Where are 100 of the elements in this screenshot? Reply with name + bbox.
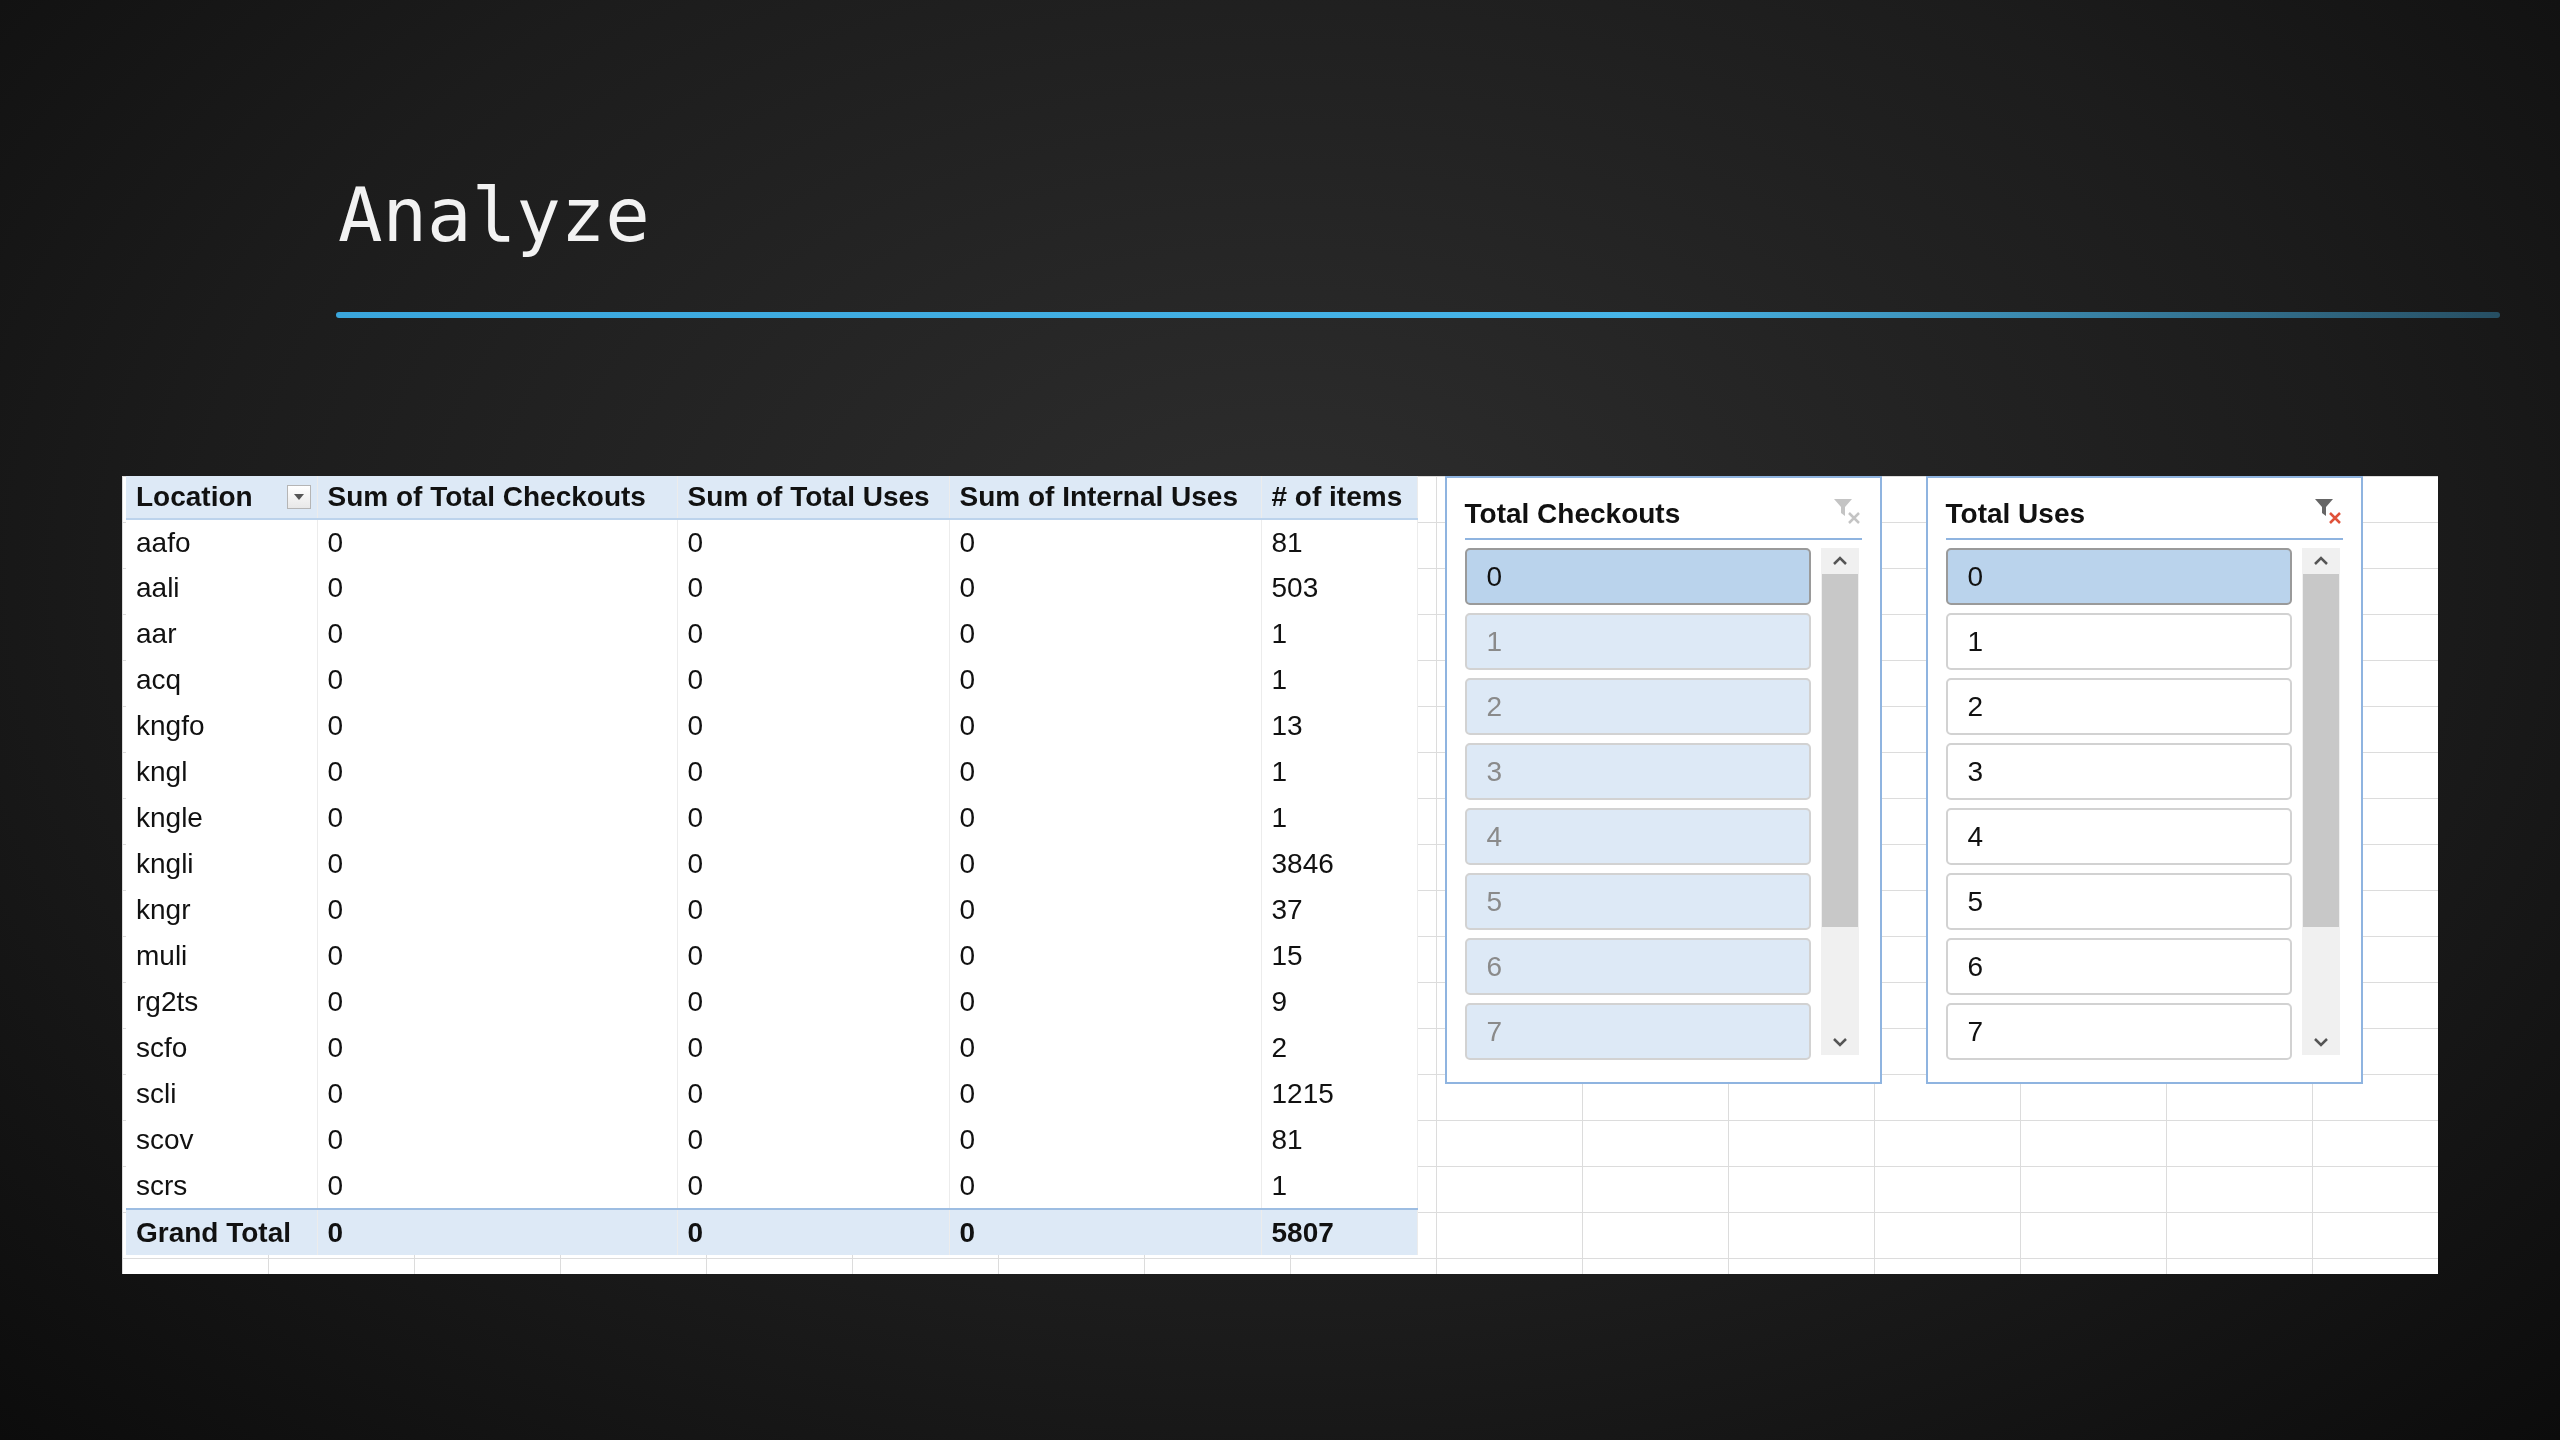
grand-total-cell: 5807	[1261, 1209, 1417, 1255]
table-cell: 0	[317, 611, 677, 657]
table-cell: 0	[949, 519, 1261, 565]
scrollbar[interactable]	[2301, 548, 2340, 1055]
slicer-item[interactable]: 7	[1945, 1003, 2292, 1060]
slide-title: Analyze	[338, 171, 651, 260]
table-cell: 0	[949, 657, 1261, 703]
table-cell: 0	[949, 1117, 1261, 1163]
table-cell: 0	[949, 933, 1261, 979]
table-cell: aafo	[126, 519, 317, 565]
table-cell: 0	[317, 519, 677, 565]
table-cell: 1	[1261, 657, 1417, 703]
scroll-up-icon[interactable]	[2312, 556, 2329, 566]
table-cell: 0	[317, 1117, 677, 1163]
table-cell: 0	[677, 565, 949, 611]
table-cell: 0	[677, 795, 949, 841]
table-cell: 3846	[1261, 841, 1417, 887]
table-cell: 0	[317, 565, 677, 611]
table-cell: scov	[126, 1117, 317, 1163]
slicer-item[interactable]: 4	[1945, 808, 2292, 865]
grand-total-cell: Grand Total	[126, 1209, 317, 1255]
table-cell: 0	[949, 611, 1261, 657]
scroll-down-icon[interactable]	[1831, 1037, 1848, 1047]
table-cell: 0	[677, 703, 949, 749]
column-header: Sum of Total Uses	[687, 481, 930, 513]
scrollbar[interactable]	[1820, 548, 1859, 1055]
slicer-title: Total Checkouts	[1464, 498, 1681, 530]
table-cell: 37	[1261, 887, 1417, 933]
table-cell: 0	[677, 979, 949, 1025]
table-cell: kngr	[126, 887, 317, 933]
table-cell: 0	[949, 1071, 1261, 1117]
scroll-up-icon[interactable]	[1831, 556, 1848, 566]
table-cell: 0	[949, 795, 1261, 841]
table-cell: 0	[949, 979, 1261, 1025]
table-cell: 0	[317, 887, 677, 933]
table-cell: 1	[1261, 749, 1417, 795]
filter-dropdown-button[interactable]	[286, 485, 311, 509]
slicer-item[interactable]: 3	[1945, 743, 2292, 800]
grand-total-cell: 0	[949, 1209, 1261, 1255]
slicer-item[interactable]: 0	[1945, 548, 2292, 605]
table-cell: 0	[677, 519, 949, 565]
table-cell: kngle	[126, 795, 317, 841]
table-cell: 1	[1261, 795, 1417, 841]
table-cell: 0	[317, 933, 677, 979]
table-cell: 0	[949, 749, 1261, 795]
table-cell: 9	[1261, 979, 1417, 1025]
grand-total-cell: 0	[677, 1209, 949, 1255]
column-header: Sum of Total Checkouts	[327, 481, 646, 513]
table-cell: 13	[1261, 703, 1417, 749]
table-cell: aar	[126, 611, 317, 657]
table-cell: acq	[126, 657, 317, 703]
table-cell: 0	[949, 841, 1261, 887]
table-cell: 0	[677, 841, 949, 887]
scroll-down-icon[interactable]	[2312, 1037, 2329, 1047]
table-cell: aali	[126, 565, 317, 611]
slicer-item[interactable]: 5	[1945, 873, 2292, 930]
caret-icon	[293, 494, 304, 500]
table-cell: 0	[317, 749, 677, 795]
table-cell: 0	[677, 1025, 949, 1071]
table-cell: 0	[677, 749, 949, 795]
table-cell: 0	[317, 657, 677, 703]
table-cell: 0	[677, 933, 949, 979]
table-cell: 503	[1261, 565, 1417, 611]
table-cell: 0	[317, 979, 677, 1025]
table-cell: 0	[677, 1071, 949, 1117]
table-cell: 0	[677, 887, 949, 933]
table-cell: 0	[949, 565, 1261, 611]
table-cell: scfo	[126, 1025, 317, 1071]
column-header: Location	[136, 481, 253, 513]
table-cell: 2	[1261, 1025, 1417, 1071]
slicer-item[interactable]: 6	[1945, 938, 2292, 995]
slicer-item[interactable]: 0	[1464, 548, 1811, 605]
table-cell: 81	[1261, 1117, 1417, 1163]
table-cell: rg2ts	[126, 979, 317, 1025]
table-cell: kngli	[126, 841, 317, 887]
table-cell: 1	[1261, 611, 1417, 657]
table-cell: 0	[317, 1025, 677, 1071]
slicer-title: Total Uses	[1945, 498, 2086, 530]
table-cell: kngfo	[126, 703, 317, 749]
table-cell: 0	[677, 611, 949, 657]
table-cell: 15	[1261, 933, 1417, 979]
table-cell: kngl	[126, 749, 317, 795]
table-cell: muli	[126, 933, 317, 979]
column-header: Sum of Internal Uses	[959, 481, 1238, 513]
table-cell: 0	[317, 795, 677, 841]
table-cell: 0	[317, 1071, 677, 1117]
grand-total-cell: 0	[317, 1209, 677, 1255]
table-cell: 0	[677, 1117, 949, 1163]
slicer-item[interactable]: 2	[1945, 678, 2292, 735]
table-cell: 0	[317, 703, 677, 749]
table-cell: 0	[317, 841, 677, 887]
slicer-item[interactable]: 1	[1945, 613, 2292, 670]
table-cell: 0	[677, 657, 949, 703]
column-header: # of items	[1271, 481, 1403, 513]
table-cell: scli	[126, 1071, 317, 1117]
table-cell: 0	[949, 703, 1261, 749]
table-cell: 0	[949, 887, 1261, 933]
table-cell: 0	[949, 1025, 1261, 1071]
table-cell: 81	[1261, 519, 1417, 565]
table-cell: 1215	[1261, 1071, 1417, 1117]
